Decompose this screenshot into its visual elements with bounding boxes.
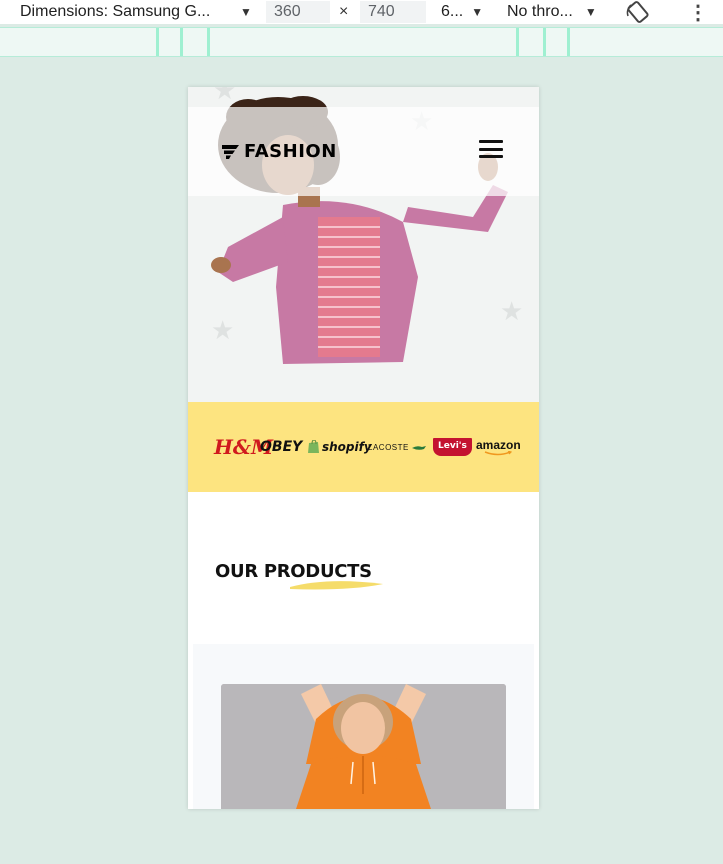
brand-logo-levis: Levi's [433,402,472,492]
chevron-down-icon[interactable]: ▼ [240,0,252,24]
brand-logo-lacoste: LACOSTE [368,402,426,492]
swap-dimensions-icon[interactable]: × [339,0,348,24]
more-options-icon[interactable]: ⋮ [688,0,708,24]
logo-icon [222,144,239,159]
brand-name-lacoste: LACOSTE [368,442,409,452]
hamburger-menu-icon[interactable] [479,138,503,160]
device-dimensions-dropdown[interactable]: Dimensions: Samsung G... [20,0,210,24]
rotate-icon[interactable] [625,0,651,24]
brand-logo-shopify: shopify [308,402,372,492]
brand-name-levis: Levi's [433,438,472,456]
brand-logo-obey: OBEY [260,439,303,455]
brand-logo-amazon: amazon [476,402,521,492]
ruler-marker [567,28,570,56]
hero-section: ★ ★ ★ ★ [188,87,539,402]
ruler-marker [180,28,183,56]
brand-strip: H&M OBEY shopify LACOSTE Levi's amazon [188,402,539,492]
brand-name-amazon: amazon [476,437,521,452]
ruler-marker [156,28,159,56]
site-logo[interactable]: FASHION [222,141,337,162]
shopify-bag-icon [308,440,319,453]
zoom-dropdown[interactable]: 6... ▼ [441,0,483,24]
logo-text: FASHION [244,141,337,162]
product-image [221,684,506,809]
chevron-down-icon: ▼ [584,5,597,19]
ruler-marker [516,28,519,56]
throttle-dropdown[interactable]: No thro... ▼ [507,0,597,24]
devtools-toolbar: Dimensions: Samsung G... ▼ 360 × 740 6..… [0,0,723,24]
crocodile-icon [411,445,426,450]
amazon-smile-icon [485,450,513,455]
products-title: OUR PRODUCTS [215,561,372,582]
media-query-ruler[interactable] [0,27,723,57]
device-dimensions-label: Dimensions: Samsung G... [20,3,211,20]
product-card[interactable] [193,644,534,809]
brand-name-shopify: shopify [322,440,372,454]
chevron-down-icon: ▼ [471,5,484,19]
hoodie-model-image [221,684,506,809]
ruler-marker [543,28,546,56]
width-input[interactable]: 360 [266,0,330,24]
ruler-marker [207,28,210,56]
height-input[interactable]: 740 [360,0,426,24]
products-section: OUR PRODUCTS [188,492,539,809]
device-viewport: ★ ★ ★ ★ [188,87,539,809]
